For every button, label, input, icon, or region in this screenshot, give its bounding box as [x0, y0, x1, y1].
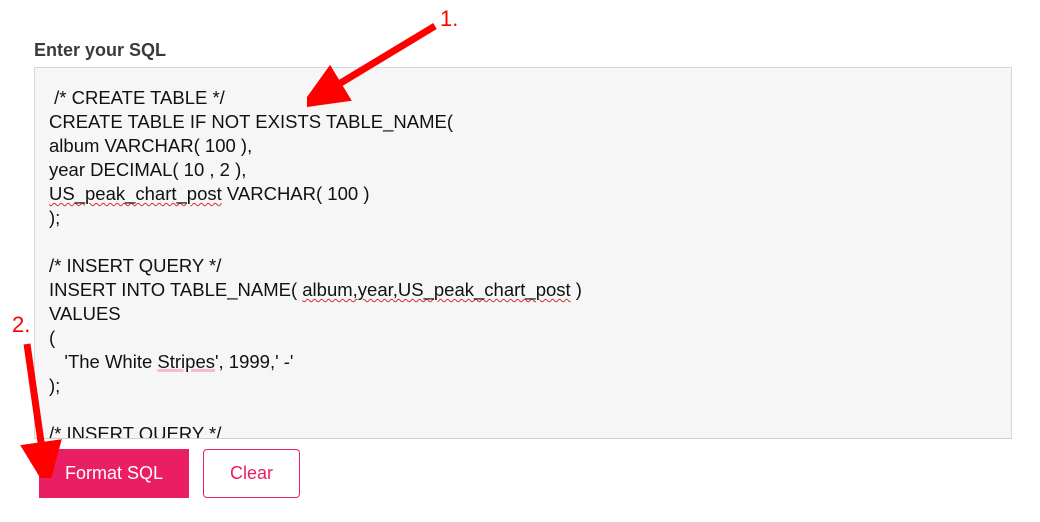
- code-line: 'The White Stripes', 1999,' -': [49, 351, 293, 372]
- code-line: VALUES: [49, 303, 121, 324]
- annotation-1-label: 1.: [440, 6, 458, 32]
- code-line: /* INSERT QUERY */: [49, 255, 221, 276]
- code-line: );: [49, 207, 60, 228]
- code-line: album VARCHAR( 100 ),: [49, 135, 252, 156]
- clear-button[interactable]: Clear: [203, 449, 300, 498]
- sql-textarea-label: Enter your SQL: [34, 40, 1016, 61]
- code-line: year DECIMAL( 10 , 2 ),: [49, 159, 246, 180]
- format-sql-button[interactable]: Format SQL: [39, 449, 189, 498]
- code-line: /* CREATE TABLE */: [49, 87, 225, 108]
- sql-textarea[interactable]: /* CREATE TABLE */ CREATE TABLE IF NOT E…: [34, 67, 1012, 439]
- code-line: CREATE TABLE IF NOT EXISTS TABLE_NAME(: [49, 111, 453, 132]
- code-line: /* INSERT QUERY */: [49, 423, 221, 439]
- code-line: );: [49, 375, 60, 396]
- code-line: INSERT INTO TABLE_NAME( album,year,US_pe…: [49, 279, 582, 300]
- code-line: US_peak_chart_post VARCHAR( 100 ): [49, 183, 369, 204]
- annotation-2-label: 2.: [12, 312, 30, 338]
- action-bar: Format SQL Clear: [34, 449, 1016, 498]
- code-line: (: [49, 327, 55, 348]
